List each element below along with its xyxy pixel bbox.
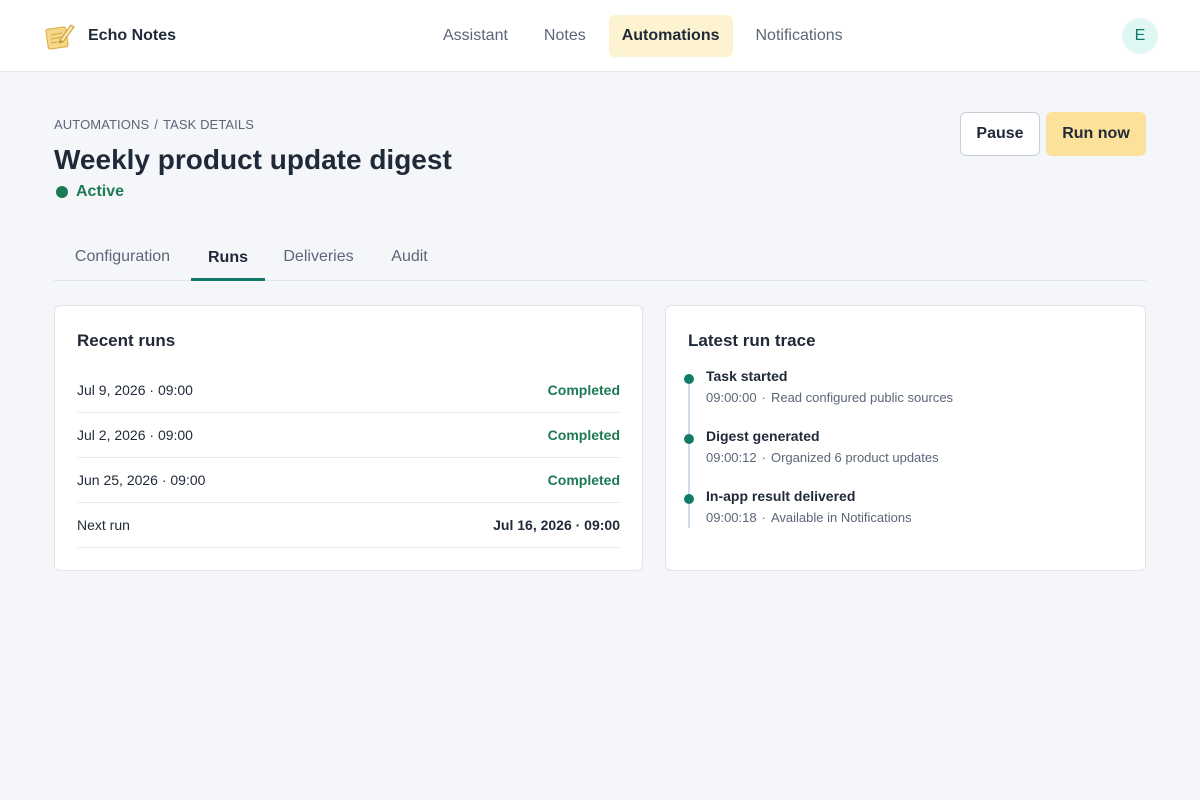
trace-step-time: 09:00:12 [706, 450, 757, 465]
trace-step-meta: 09:00:12 · Organized 6 product updates [706, 450, 939, 465]
user-avatar[interactable]: E [1122, 18, 1158, 54]
recent-runs-card: Recent runs Jul 9, 2026 · 09:00 Complete… [54, 305, 643, 571]
status-badge: Active [56, 183, 124, 201]
nav-item-notifications[interactable]: Notifications [743, 15, 856, 57]
breadcrumb: AUTOMATIONS / TASK DETAILS [54, 117, 254, 132]
timeline-line [688, 378, 690, 528]
run-status: Completed [547, 382, 620, 398]
next-run-row: Next run Jul 16, 2026 · 09:00 [77, 503, 620, 548]
trace-step-detail: Read configured public sources [770, 390, 954, 405]
trace-title: Latest run trace [688, 331, 816, 350]
timeline-dot-icon [684, 374, 694, 384]
page-title: Weekly product update digest [54, 144, 452, 175]
top-navigation-bar: Echo Notes Assistant Notes Automations N… [0, 0, 1200, 72]
run-row[interactable]: Jul 2, 2026 · 09:00 Completed [77, 413, 620, 458]
trace-step-meta: 09:00:18 · Available in Notifications [706, 510, 912, 525]
run-row[interactable]: Jul 9, 2026 · 09:00 Completed [77, 368, 620, 413]
breadcrumb-parent[interactable]: AUTOMATIONS [54, 117, 149, 132]
trace-step-time: 09:00:18 [706, 510, 757, 525]
run-date: Jul 2, 2026 · 09:00 [77, 427, 193, 443]
trace-step-time: 09:00:00 [706, 390, 757, 405]
trace-timeline: Task started 09:00:00 · Read configured pu… [684, 368, 1124, 528]
trace-step-title: Digest generated [706, 428, 820, 444]
trace-step-title: In-app result delivered [706, 488, 856, 504]
run-date: Jul 9, 2026 · 09:00 [77, 382, 193, 398]
tab-runs[interactable]: Runs [191, 234, 265, 281]
tab-deliveries[interactable]: Deliveries [265, 234, 372, 280]
run-status: Completed [547, 472, 620, 488]
breadcrumb-separator: / [154, 117, 158, 132]
nav-item-notes[interactable]: Notes [531, 15, 599, 57]
status-dot-icon [56, 186, 68, 198]
tab-audit[interactable]: Audit [372, 234, 447, 280]
status-label: Active [76, 183, 125, 200]
trace-step-detail: Organized 6 product updates [770, 450, 939, 465]
notepad-pencil-icon [45, 24, 75, 50]
timeline-dot-icon [684, 494, 694, 504]
run-row[interactable]: Jun 25, 2026 · 09:00 Completed [77, 458, 620, 503]
tab-configuration[interactable]: Configuration [54, 234, 191, 280]
runs-list: Jul 9, 2026 · 09:00 Completed Jul 2, 202… [77, 368, 620, 548]
pause-button[interactable]: Pause [960, 112, 1040, 156]
breadcrumb-current: TASK DETAILS [162, 117, 254, 132]
recent-runs-title: Recent runs [77, 331, 176, 350]
nav-item-automations[interactable]: Automations [608, 15, 733, 57]
run-date: Jun 25, 2026 · 09:00 [77, 472, 206, 488]
run-now-button[interactable]: Run now [1046, 112, 1146, 156]
next-run-label: Next run [77, 517, 130, 533]
trace-step-detail: Available in Notifications [770, 510, 912, 525]
latest-run-trace-card: Latest run trace Task started 09:00:00 · R… [665, 305, 1146, 571]
trace-step-title: Task started [706, 368, 788, 384]
next-run-value: Jul 16, 2026 · 09:00 [493, 517, 620, 533]
timeline-dot-icon [684, 434, 694, 444]
main-nav: Assistant Notes Automations Notification… [430, 15, 866, 57]
app-name: Echo Notes [88, 27, 177, 44]
brand[interactable]: Echo Notes [43, 20, 176, 52]
task-tabs: Configuration Runs Deliveries Audit [54, 234, 1146, 281]
nav-item-assistant[interactable]: Assistant [430, 15, 521, 57]
run-status: Completed [547, 427, 620, 443]
trace-step-meta: 09:00:00 · Read configured public sources [706, 390, 954, 405]
